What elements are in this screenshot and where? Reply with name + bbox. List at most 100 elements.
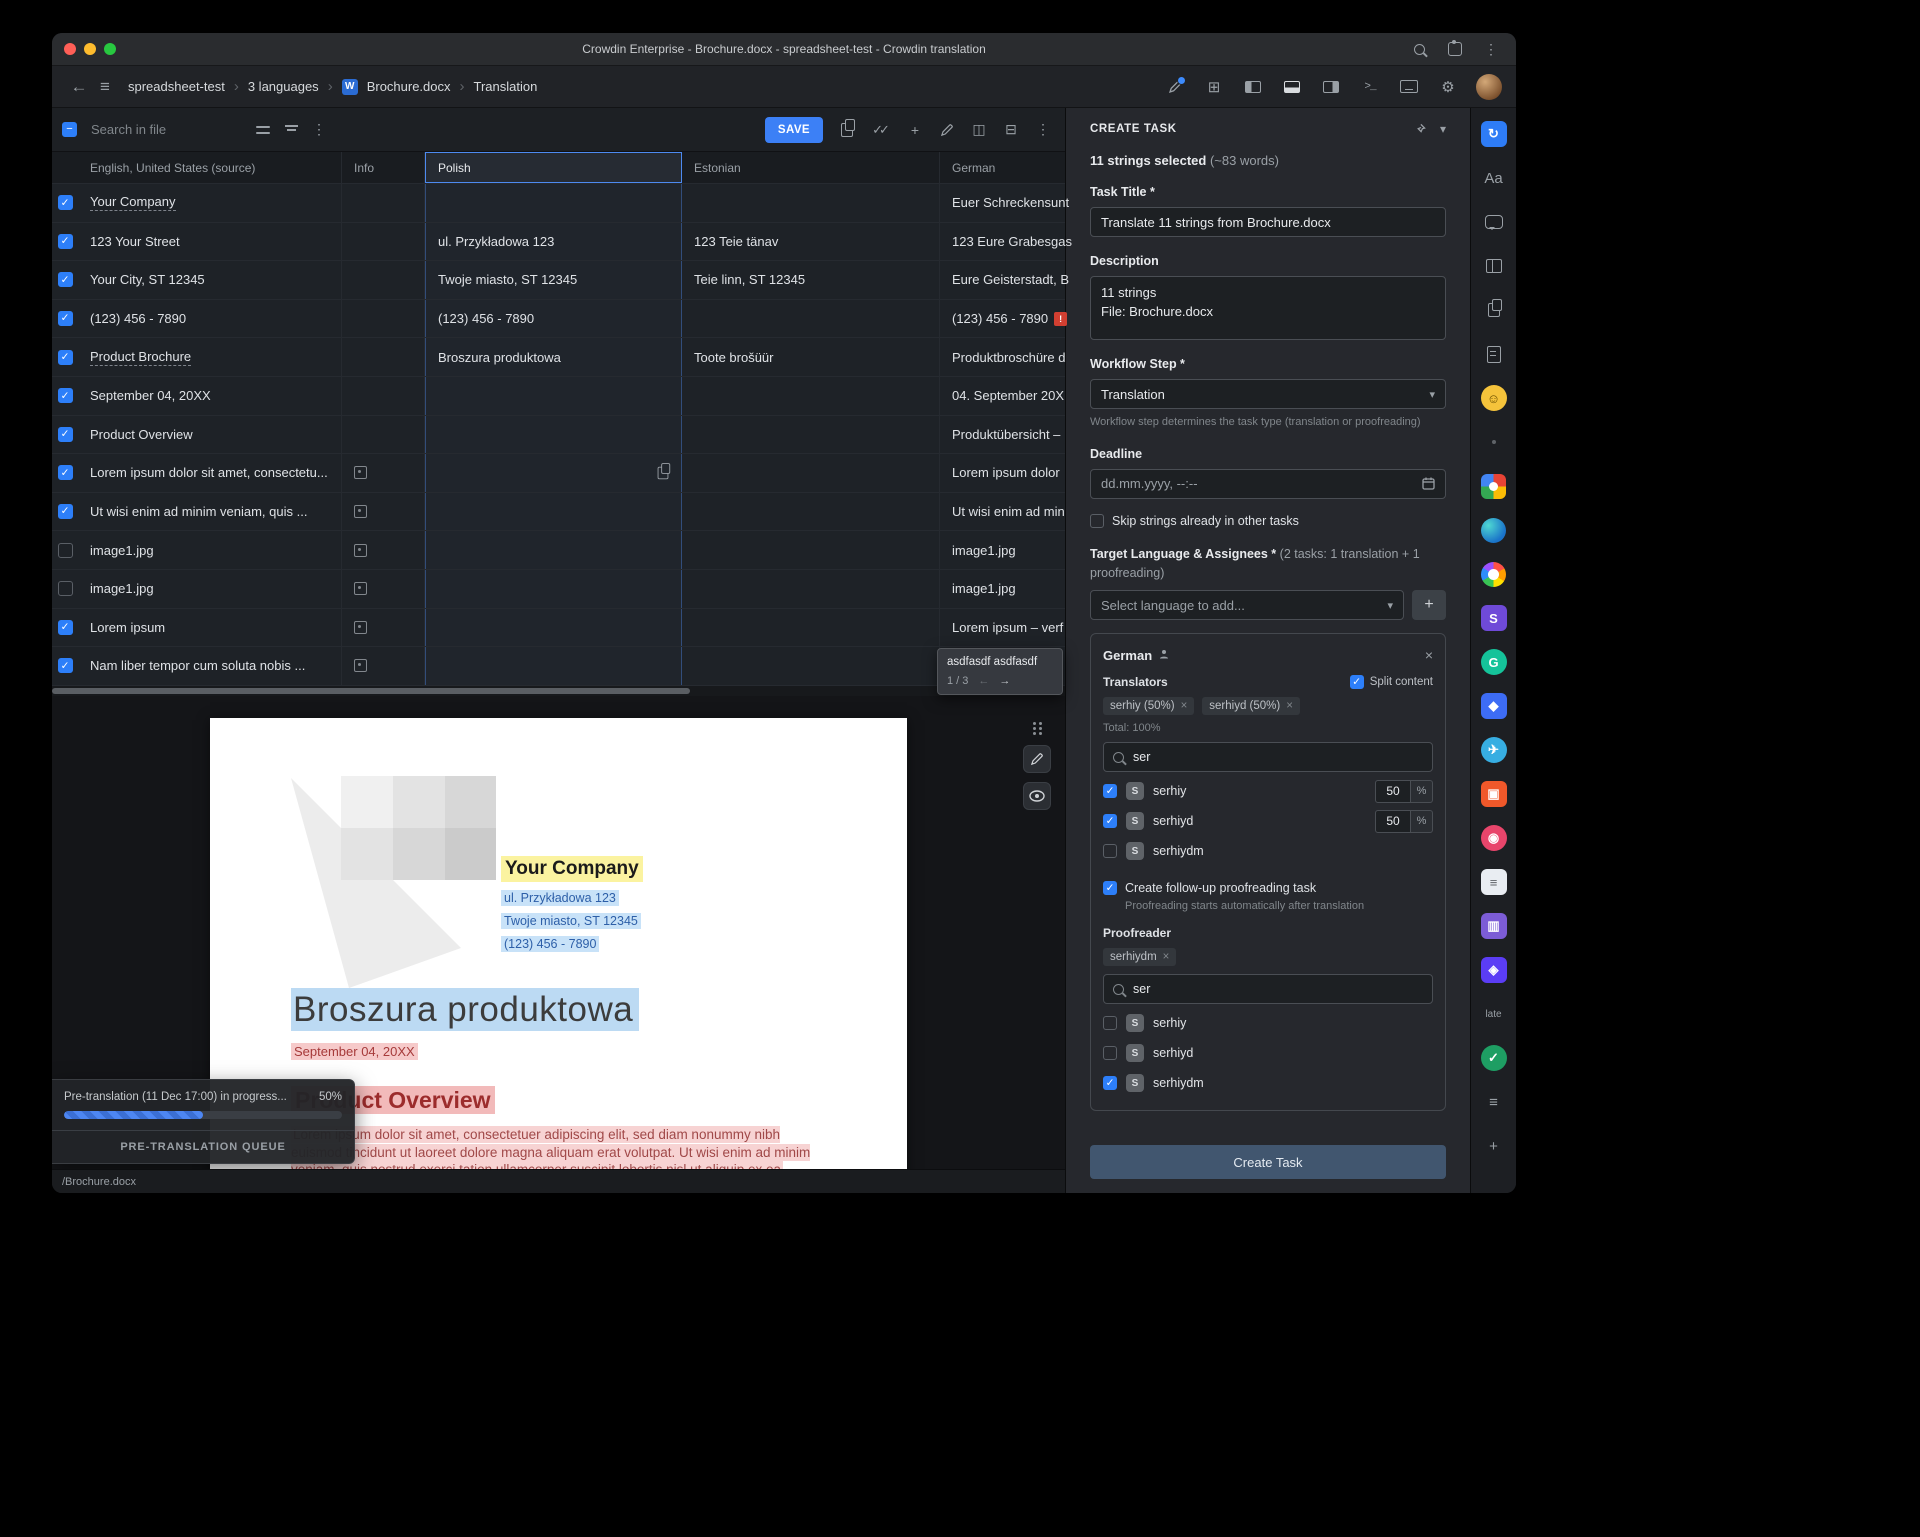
estonian-cell[interactable] [682,570,940,608]
assignee-checkbox[interactable] [1103,1046,1117,1060]
extension-edge-icon[interactable] [1480,516,1508,544]
view-options-icon[interactable]: ⋮ [311,121,327,139]
followup-checkbox[interactable] [1103,881,1117,895]
file-context-icon[interactable] [1480,340,1508,368]
extension-green-icon[interactable]: ✓ [1480,1044,1508,1072]
context-icon[interactable] [354,659,367,672]
polish-cell[interactable] [425,377,682,415]
column-source[interactable]: English, United States (source) [78,152,342,183]
split-content-checkbox[interactable] [1350,675,1364,689]
grid-view-icon[interactable]: ⊞ [1203,76,1225,98]
row-checkbox[interactable] [58,658,73,673]
breadcrumb-project[interactable]: spreadsheet-test [128,79,225,94]
estonian-cell[interactable] [682,184,940,222]
filter-icon[interactable] [283,121,299,139]
row-checkbox[interactable] [58,504,73,519]
table-row[interactable]: Lorem ipsum dolor sit amet, consectetu..… [52,454,1065,493]
table-row[interactable]: Your City, ST 12345Twoje miasto, ST 1234… [52,261,1065,300]
column-info[interactable]: Info [342,152,425,183]
german-cell[interactable]: image1.jpg [940,531,1197,569]
drag-handle-icon[interactable] [1033,722,1042,736]
source-cell[interactable]: Your Company [78,184,342,222]
split-columns-icon[interactable]: ◫ [971,121,987,139]
collapse-panel-icon[interactable]: ▾ [1440,122,1446,136]
layout-right-icon[interactable] [1320,76,1342,98]
breadcrumb-languages[interactable]: 3 languages [248,79,319,94]
document-preview[interactable]: Your Company ul. Przykładowa 123 Twoje m… [52,696,1065,1169]
estonian-cell[interactable] [682,300,940,338]
extension-blue-icon[interactable]: ◆ [1480,692,1508,720]
extension-telegram-icon[interactable]: ✈ [1480,736,1508,764]
extension-grammarly-icon[interactable]: G [1480,648,1508,676]
machine-translation-icon[interactable]: Aa [1480,164,1508,192]
select-all-checkbox[interactable] [62,122,77,137]
horizontal-scrollbar[interactable] [52,686,1065,696]
estonian-cell[interactable] [682,416,940,454]
source-cell[interactable]: Lorem ipsum dolor sit amet, consectetu..… [78,454,342,492]
tab-search-icon[interactable] [1410,40,1428,58]
source-cell[interactable]: September 04, 20XX [78,377,342,415]
layout-left-icon[interactable] [1242,76,1264,98]
context-icon[interactable] [354,621,367,634]
source-cell[interactable]: image1.jpg [78,531,342,569]
extension-puzzle-icon[interactable] [1480,472,1508,500]
scrollbar-thumb[interactable] [52,688,690,694]
workload-percent-input[interactable] [1375,810,1411,833]
source-cell[interactable]: Product Brochure [78,338,342,376]
column-estonian[interactable]: Estonian [682,152,940,183]
polish-cell[interactable] [425,570,682,608]
glossary-icon[interactable] [1480,252,1508,280]
assignee-option[interactable]: Sserhiydm [1103,1068,1433,1098]
german-cell[interactable]: Lorem ipsum dolor [940,454,1197,492]
copy-source-icon[interactable] [658,467,669,480]
german-cell[interactable]: Eure Geisterstadt, B [940,261,1197,299]
previous-translation-icon[interactable]: ← [978,675,989,687]
row-checkbox[interactable] [58,234,73,249]
estonian-cell[interactable] [682,454,940,492]
source-cell[interactable]: Lorem ipsum [78,609,342,647]
extension-colorwheel-icon[interactable] [1480,560,1508,588]
polish-cell[interactable] [425,416,682,454]
remove-tag-icon[interactable]: × [1181,700,1188,712]
extension-stylus-icon[interactable]: S [1480,604,1508,632]
extension-eye-icon[interactable]: ◉ [1480,824,1508,852]
extension-cube-icon[interactable]: ▣ [1480,780,1508,808]
extension-shield-icon[interactable]: ◈ [1480,956,1508,984]
extension-late-label[interactable]: late [1480,1000,1508,1028]
assignee-checkbox[interactable] [1103,784,1117,798]
estonian-cell[interactable] [682,609,940,647]
row-checkbox[interactable] [58,195,73,210]
edit-preview-button[interactable] [1023,745,1051,773]
estonian-cell[interactable]: 123 Teie tänav [682,223,940,261]
row-checkbox[interactable] [58,620,73,635]
row-checkbox[interactable] [58,543,73,558]
assignee-checkbox[interactable] [1103,1076,1117,1090]
more-options-icon[interactable]: ⋮ [1035,121,1051,139]
row-checkbox[interactable] [58,581,73,596]
german-cell[interactable]: Produktbroschüre d [940,338,1197,376]
calendar-icon[interactable] [1422,477,1435,490]
source-cell[interactable]: Ut wisi enim ad minim veniam, quis ... [78,493,342,531]
rail-divider-dot[interactable] [1480,428,1508,456]
toggle-highlights-button[interactable] [1023,782,1051,810]
filter-settings-icon[interactable] [255,121,271,139]
german-cell[interactable]: image1.jpg [940,570,1197,608]
remove-tag-icon[interactable]: × [1286,700,1293,712]
context-icon[interactable] [354,582,367,595]
estonian-cell[interactable] [682,531,940,569]
german-cell[interactable]: 123 Eure Grabesgas [940,223,1197,261]
row-checkbox[interactable] [58,465,73,480]
breadcrumb-file[interactable]: Brochure.docx [367,79,451,94]
table-row[interactable]: (123) 456 - 7890(123) 456 - 7890(123) 45… [52,300,1065,339]
user-avatar[interactable] [1476,74,1502,100]
table-row[interactable]: Lorem ipsumLorem ipsum – verf [52,609,1065,648]
row-checkbox[interactable] [58,311,73,326]
split-content-row[interactable]: Split content [1350,675,1433,689]
source-cell[interactable]: Your City, ST 12345 [78,261,342,299]
german-cell[interactable]: Ut wisi enim ad min [940,493,1197,531]
table-row[interactable]: image1.jpgimage1.jpg [52,570,1065,609]
context-icon[interactable] [354,505,367,518]
table-row[interactable]: September 04, 20XX04. September 20X [52,377,1065,416]
pin-panel-icon[interactable] [1413,123,1426,136]
copy-translation-icon[interactable] [839,121,855,139]
